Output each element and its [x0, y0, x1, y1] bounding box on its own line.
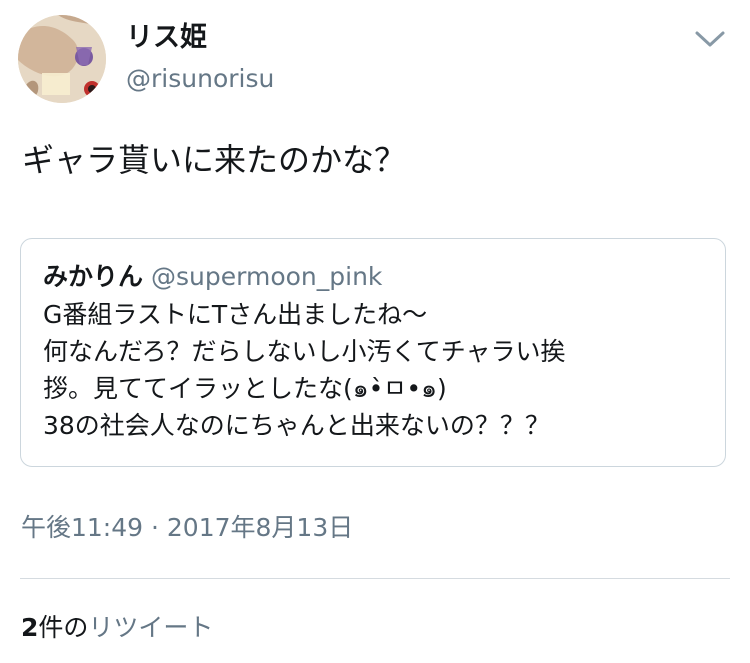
retweet-count-unit: 件の [38, 613, 89, 642]
quoted-tweet-card[interactable]: みかりん @supermoon_pink G番組ラストにTさん出ましたね〜 何なん… [20, 238, 726, 467]
tweet-timestamp[interactable]: 午後11:49 · 2017年8月13日 [21, 510, 353, 546]
avatar-image [18, 15, 106, 103]
retweet-label: リツイート [88, 613, 214, 642]
display-name[interactable]: リス姫 [126, 20, 207, 56]
tweet-text: ギャラ貰いに来たのかな？ [22, 141, 407, 179]
avatar[interactable] [18, 15, 106, 103]
quoted-user-handle: @supermoon_pink [151, 262, 383, 291]
quoted-text-line: 何なんだろ？だらしないし小汚くてチャラい挨 [43, 337, 566, 366]
quoted-display-name: みかりん [43, 262, 144, 291]
quoted-text-line: 拶。見ててイラッとしたな(๑•̀ㅁ•๑) [43, 374, 447, 403]
retweet-count[interactable]: 2件のリツイート [21, 610, 213, 646]
quoted-text-line: G番組ラストにTさん出ましたね〜 [43, 300, 428, 329]
quoted-tweet-text: G番組ラストにTさん出ましたね〜 何なんだろ？だらしないし小汚くてチャラい挨 拶… [43, 296, 713, 444]
quoted-tweet-header: みかりん @supermoon_pink [43, 259, 382, 295]
retweet-count-number: 2 [21, 613, 39, 642]
quoted-text-line: 38の社会人なのにちゃんと出来ないの？？？ [43, 411, 550, 440]
divider [20, 578, 730, 579]
chevron-down-icon[interactable] [692, 24, 728, 52]
user-handle[interactable]: @risunorisu [126, 62, 274, 96]
